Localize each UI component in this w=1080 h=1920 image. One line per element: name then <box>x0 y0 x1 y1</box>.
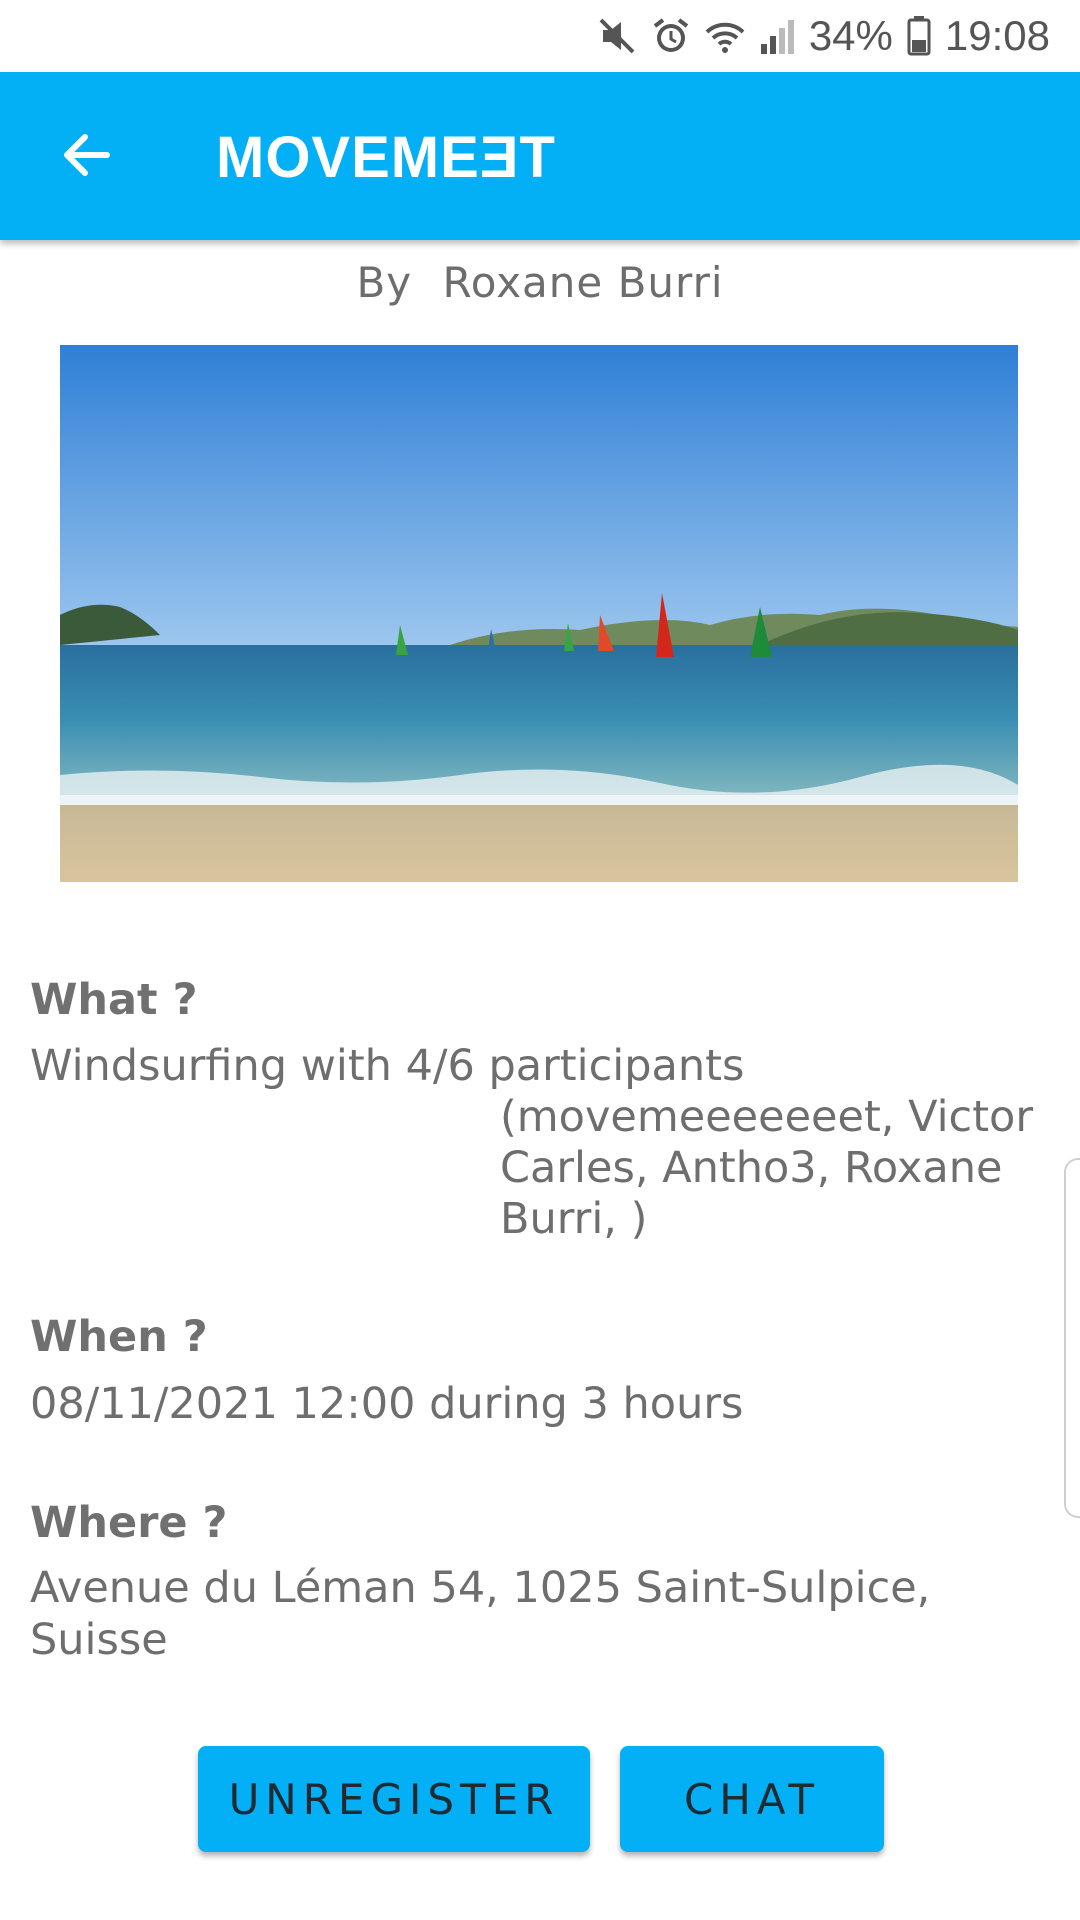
where-label: Where ? <box>30 1498 228 1548</box>
clock: 19:08 <box>944 12 1050 59</box>
wifi-icon <box>705 16 745 56</box>
edge-panel-handle[interactable] <box>1064 1158 1080 1518</box>
what-label: What ? <box>30 975 198 1025</box>
mute-icon <box>597 16 637 56</box>
app-bar: MOVEMEƎT <box>0 72 1080 240</box>
participants-list: (movemeeeeeeet, Victor Carles, Antho3, R… <box>500 1092 1034 1244</box>
arrow-left-icon <box>59 129 111 185</box>
author-name: Roxane Burri <box>442 258 724 307</box>
what-value: Windsurfing with 4/6 participants <box>30 1041 745 1091</box>
back-button[interactable] <box>50 122 120 192</box>
author-prefix: By <box>356 258 413 307</box>
when-label: When ? <box>30 1312 208 1362</box>
event-photo <box>60 345 1018 882</box>
status-bar: 34% 19:08 <box>0 0 1080 72</box>
alarm-icon <box>651 16 691 56</box>
when-value: 08/11/2021 12:00 during 3 hours <box>30 1379 744 1429</box>
author-line: By Roxane Burri <box>0 258 1080 307</box>
chat-button[interactable]: CHAT <box>620 1746 884 1852</box>
unregister-button[interactable]: UNREGISTER <box>198 1746 590 1852</box>
signal-icon <box>759 16 795 56</box>
where-value: Avenue du Léman 54, 1025 Saint-Sulpice, … <box>30 1563 931 1665</box>
app-title: MOVEMEƎT <box>216 125 556 190</box>
battery-percent: 34% <box>808 12 893 59</box>
battery-icon <box>907 16 931 56</box>
